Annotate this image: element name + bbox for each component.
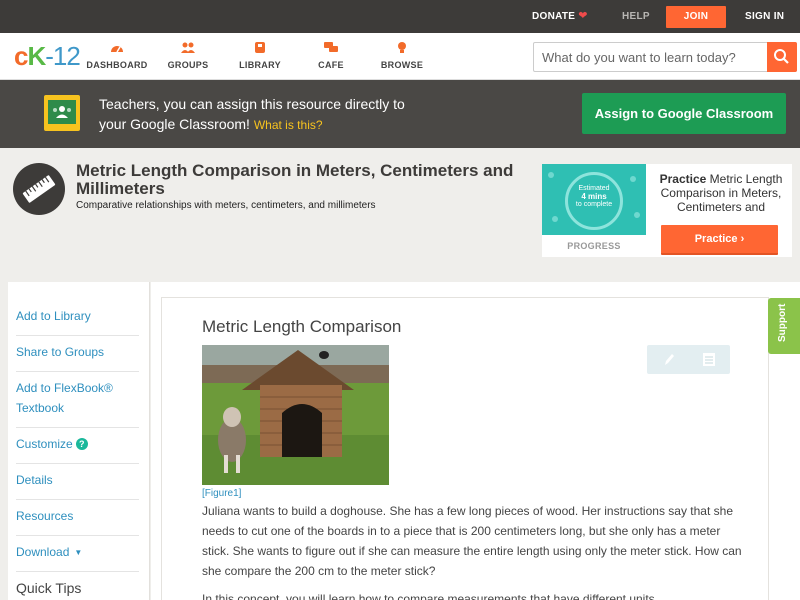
ruler-icon	[13, 163, 65, 215]
logo-k: K	[27, 41, 46, 71]
nav-label: CAFE	[318, 60, 344, 70]
notes-icon[interactable]	[702, 352, 716, 367]
practice-thumbnail: Estimated 4 mins to complete	[542, 164, 646, 235]
dashboard-icon	[111, 46, 123, 53]
assign-google-classroom-button[interactable]: Assign to Google Classroom	[582, 93, 786, 134]
doghouse-figure	[202, 345, 389, 485]
sidebar-add-to-library[interactable]: Add to Library	[16, 300, 139, 336]
practice-description: Practice Metric Length Comparison in Met…	[650, 172, 792, 214]
practice-bold: Practice	[659, 172, 707, 186]
chevron-right-icon: ›	[740, 233, 745, 245]
annotation-tools	[647, 345, 730, 374]
practice-card: Estimated 4 mins to complete PROGRESS Pr…	[542, 164, 792, 257]
donate-label: DONATE	[532, 11, 576, 22]
heart-icon: ❤	[578, 10, 588, 22]
classroom-message: Teachers, you can assign this resource d…	[99, 94, 405, 135]
google-classroom-banner: Teachers, you can assign this resource d…	[0, 80, 800, 148]
sidebar-download[interactable]: Download ▼	[16, 536, 139, 572]
nav-groups[interactable]: GROUPS	[153, 41, 223, 70]
figure-caption[interactable]: [Figure1]	[202, 488, 241, 499]
sidebar-customize[interactable]: Customize?	[16, 428, 139, 464]
library-icon	[255, 42, 265, 53]
browse-icon	[398, 42, 406, 53]
sidebar-share-to-groups[interactable]: Share to Groups	[16, 336, 139, 372]
pencil-icon[interactable]	[663, 352, 675, 367]
classroom-line1: Teachers, you can assign this resource d…	[99, 96, 405, 112]
nav-browse[interactable]: BROWSE	[367, 41, 437, 70]
page-title: Metric Length Comparison in Meters, Cent…	[76, 161, 514, 198]
what-is-this-link[interactable]: What is this?	[254, 118, 323, 132]
nav-dashboard[interactable]: DASHBOARD	[82, 41, 152, 70]
sidebar-details[interactable]: Details	[16, 464, 139, 500]
support-tab[interactable]: Support	[768, 298, 800, 354]
search-icon	[774, 49, 789, 64]
practice-button-label: Practice	[694, 233, 738, 245]
estimated-mins: 4 mins	[581, 192, 607, 201]
search-input[interactable]	[534, 43, 766, 71]
google-classroom-icon	[44, 95, 80, 131]
sidebar: Add to Library Share to Groups Add to Fl…	[8, 282, 150, 600]
lesson-paragraph: Juliana wants to build a doghouse. She h…	[202, 504, 742, 578]
sign-in-link[interactable]: SIGN IN	[745, 0, 784, 33]
main-nav: cK-12 DASHBOARD GROUPS LIBRARY CAFE BROW…	[0, 33, 800, 80]
nav-label: LIBRARY	[239, 60, 281, 70]
caret-down-icon: ▼	[74, 548, 83, 557]
page-subtitle: Comparative relationships with meters, c…	[76, 200, 376, 211]
groups-icon	[181, 42, 195, 53]
cafe-icon	[324, 42, 338, 52]
time-estimate-badge: Estimated 4 mins to complete	[565, 172, 623, 230]
estimated-label: Estimated	[578, 185, 610, 192]
lesson-paragraph: In this concept, you will learn how to c…	[202, 592, 659, 600]
help-link[interactable]: HELP	[622, 0, 650, 33]
donate-link[interactable]: DONATE ❤	[532, 0, 588, 33]
help-icon[interactable]: ?	[75, 438, 88, 450]
nav-label: DASHBOARD	[86, 60, 148, 70]
nav-cafe[interactable]: CAFE	[296, 41, 366, 70]
customize-label: Customize	[16, 437, 73, 451]
complete-label: to complete	[575, 201, 613, 208]
support-label: Support	[777, 303, 788, 342]
search-button[interactable]	[767, 42, 797, 72]
search-box	[533, 42, 797, 72]
nav-label: BROWSE	[380, 60, 424, 70]
content-title: Metric Length Comparison	[202, 317, 402, 336]
practice-button[interactable]: Practice ›	[661, 225, 778, 255]
nav-label: GROUPS	[167, 60, 209, 70]
ck12-logo[interactable]: cK-12	[14, 41, 81, 71]
sidebar-add-to-flexbook[interactable]: Add to FlexBook® Textbook	[16, 372, 139, 428]
quick-tips-heading: Quick Tips	[16, 580, 82, 596]
download-label: Download	[16, 545, 70, 559]
logo-12: -12	[45, 41, 81, 71]
join-button[interactable]: JOIN	[666, 6, 726, 28]
logo-c: c	[14, 41, 29, 71]
sidebar-resources[interactable]: Resources	[16, 500, 139, 536]
classroom-line2: your Google Classroom!	[99, 116, 250, 132]
progress-label: PROGRESS	[567, 241, 621, 251]
top-bar: DONATE ❤ HELP JOIN SIGN IN	[0, 0, 800, 33]
nav-library[interactable]: LIBRARY	[225, 41, 295, 70]
